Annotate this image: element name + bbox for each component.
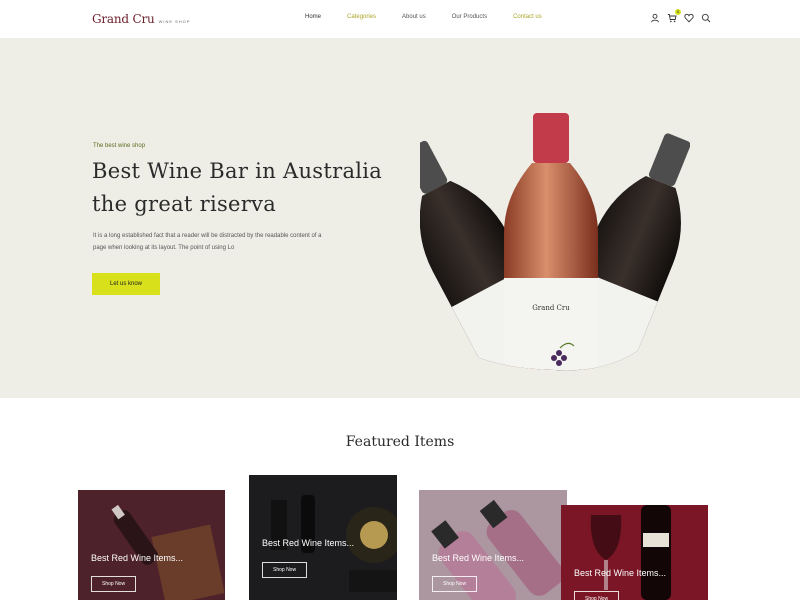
wine-bottles-image: Grand Cru: [420, 113, 690, 371]
nav-item-products[interactable]: Our Products: [452, 14, 487, 20]
shop-now-button[interactable]: Shop Now: [574, 591, 620, 600]
hero-description: It is a long established fact that a rea…: [93, 230, 393, 254]
heart-icon[interactable]: [684, 13, 694, 23]
logo[interactable]: Grand Cru WINE SHOP: [92, 12, 190, 26]
featured-card[interactable]: Best Red Wine Items... Shop Now: [78, 490, 225, 600]
hero-title: Best Wine Bar in Australia the great rise…: [92, 155, 382, 221]
search-icon[interactable]: [701, 13, 711, 23]
card-title: Best Red Wine Items...: [91, 553, 184, 563]
let-us-know-button[interactable]: Let us know: [92, 273, 160, 295]
card-title: Best Red Wine Items...: [574, 568, 667, 578]
hero-section: The best wine shop Best Wine Bar in Aust…: [0, 38, 800, 398]
main-nav: Home Categories About us Our Products Co…: [305, 14, 568, 20]
site-header: Grand Cru WINE SHOP Home Categories Abou…: [0, 0, 800, 38]
featured-card[interactable]: Best Red Wine Items... Shop Now: [561, 505, 708, 600]
cart-count-badge: 0: [675, 9, 681, 15]
shop-now-button[interactable]: Shop Now: [91, 576, 137, 592]
featured-items-title: Featured Items: [345, 434, 455, 450]
bottle-label-text: Grand Cru: [532, 304, 570, 312]
nav-item-about[interactable]: About us: [402, 14, 426, 20]
nav-item-contact[interactable]: Contact us: [513, 14, 542, 20]
card-image: [561, 505, 708, 600]
shop-now-button[interactable]: Shop Now: [432, 576, 478, 592]
card-title: Best Red Wine Items...: [262, 538, 355, 548]
hero-description-line-1: It is a long established fact that a rea…: [93, 233, 322, 239]
card-title: Best Red Wine Items...: [432, 553, 525, 563]
hero-eyebrow: The best wine shop: [93, 143, 146, 149]
user-icon[interactable]: [650, 13, 660, 23]
hero-description-line-2: page when looking at its layout. The poi…: [93, 245, 235, 251]
cart-icon[interactable]: 0: [667, 9, 681, 23]
nav-item-home[interactable]: Home: [305, 14, 321, 20]
hero-title-line-1: Best Wine Bar in Australia: [92, 159, 383, 183]
header-icons: 0: [650, 9, 711, 23]
nav-item-categories[interactable]: Categories: [347, 14, 376, 20]
shop-now-button[interactable]: Shop Now: [262, 562, 308, 578]
featured-card[interactable]: Best Red Wine Items... Shop Now: [249, 475, 397, 600]
logo-tagline: WINE SHOP: [158, 19, 191, 24]
featured-card[interactable]: Best Red Wine Items... Shop Now: [419, 490, 567, 600]
hero-title-line-2: the great riserva: [92, 192, 277, 216]
logo-name: Grand Cru: [92, 12, 155, 26]
